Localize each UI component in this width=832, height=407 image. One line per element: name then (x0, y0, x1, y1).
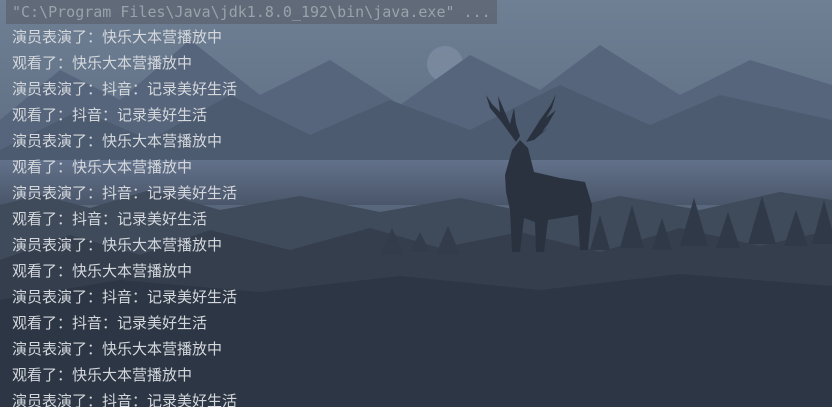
console-text-area[interactable]: "C:\Program Files\Java\jdk1.8.0_192\bin\… (0, 0, 832, 407)
console-output-line: 观看了：快乐大本营播放中 (12, 366, 193, 384)
console-output-line: 观看了：抖音：记录美好生活 (12, 210, 208, 228)
console-output-line: 演员表演了：快乐大本营播放中 (12, 132, 223, 150)
java-command-line: "C:\Program Files\Java\jdk1.8.0_192\bin\… (6, 0, 497, 24)
console-output-line: 演员表演了：抖音：记录美好生活 (12, 80, 238, 98)
run-console-output[interactable]: "C:\Program Files\Java\jdk1.8.0_192\bin\… (0, 0, 832, 407)
console-output-line: 观看了：快乐大本营播放中 (12, 262, 193, 280)
console-output-line: 演员表演了：抖音：记录美好生活 (12, 392, 238, 407)
console-output-line: 观看了：抖音：记录美好生活 (12, 106, 208, 124)
console-output-line: 演员表演了：抖音：记录美好生活 (12, 288, 238, 306)
console-output-line: 演员表演了：快乐大本营播放中 (12, 340, 223, 358)
console-output-line: 演员表演了：抖音：记录美好生活 (12, 184, 238, 202)
console-output-line: 观看了：快乐大本营播放中 (12, 54, 193, 72)
console-output-line: 观看了：快乐大本营播放中 (12, 158, 193, 176)
console-output-line: 观看了：抖音：记录美好生活 (12, 314, 208, 332)
console-output-line: 演员表演了：快乐大本营播放中 (12, 28, 223, 46)
console-output-line: 演员表演了：快乐大本营播放中 (12, 236, 223, 254)
